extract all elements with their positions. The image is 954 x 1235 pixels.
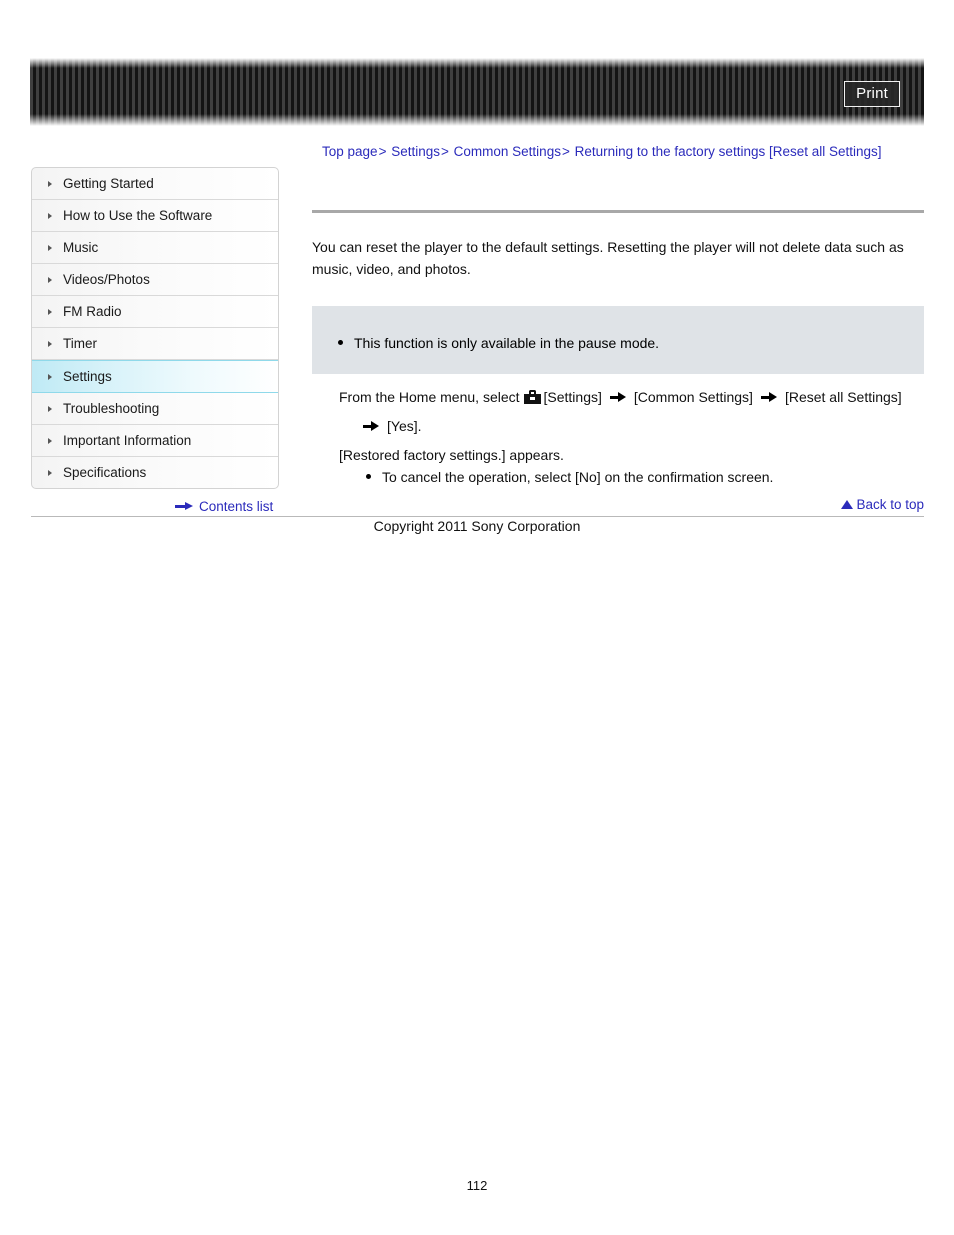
step-line-secondary: [Yes]. xyxy=(339,416,924,436)
note-box: This function is only available in the p… xyxy=(312,306,924,374)
cancel-note-text: To cancel the operation, select [No] on … xyxy=(382,469,774,485)
chevron-right-icon xyxy=(48,340,52,347)
page-number: 112 xyxy=(466,1178,488,1193)
arrow-right-icon xyxy=(175,502,193,511)
sidebar-item-label: Important Information xyxy=(63,433,192,448)
sidebar-item-important-information[interactable]: Important Information xyxy=(32,425,278,457)
sidebar-item-label: FM Radio xyxy=(63,304,122,319)
breadcrumb-item-current-page[interactable]: Returning to the factory settings [Reset… xyxy=(575,144,882,159)
chevron-right-icon xyxy=(48,180,52,187)
print-button[interactable]: Print xyxy=(844,81,900,107)
breadcrumb-separator: > xyxy=(441,144,449,159)
back-to-top-link[interactable]: Back to top xyxy=(312,497,924,512)
sidebar-item-label: Timer xyxy=(63,336,97,351)
chevron-right-icon xyxy=(48,276,52,283)
toolbox-settings-icon xyxy=(523,390,541,404)
sidebar-item-getting-started[interactable]: Getting Started xyxy=(32,168,278,200)
breadcrumb-separator: > xyxy=(378,144,387,159)
section-divider xyxy=(312,210,924,213)
bullet-icon xyxy=(366,474,371,479)
step-yes-label: [Yes]. xyxy=(387,418,422,434)
header-banner: Print xyxy=(30,58,924,126)
chevron-right-icon xyxy=(48,437,52,444)
sidebar-item-timer[interactable]: Timer xyxy=(32,328,278,360)
step-reset-all-label: [Reset all Settings] xyxy=(784,389,902,405)
note-item: This function is only available in the p… xyxy=(312,333,924,353)
arrow-right-icon xyxy=(760,392,777,402)
chevron-right-icon xyxy=(48,373,52,380)
step-prefix-text: From the Home menu, select xyxy=(339,389,520,405)
note-text: This function is only available in the p… xyxy=(354,335,660,351)
intro-paragraph: You can reset the player to the default … xyxy=(312,239,904,277)
instruction-steps: From the Home menu, select [Settings] [C… xyxy=(312,387,924,487)
sidebar-item-label: Settings xyxy=(63,369,112,384)
sidebar-navigation: Getting Started How to Use the Software … xyxy=(31,167,279,489)
chevron-right-icon xyxy=(48,308,52,315)
sidebar-item-specifications[interactable]: Specifications xyxy=(32,457,278,488)
sidebar-item-label: Getting Started xyxy=(63,176,154,191)
step-line-primary: From the Home menu, select [Settings] [C… xyxy=(339,387,924,407)
breadcrumb-separator: > xyxy=(561,144,570,159)
contents-list-label: Contents list xyxy=(199,499,274,514)
sidebar-item-fm-radio[interactable]: FM Radio xyxy=(32,296,278,328)
result-text: [Restored factory settings.] appears. xyxy=(339,447,564,463)
breadcrumb-item-common-settings[interactable]: Common Settings xyxy=(454,144,561,159)
sidebar-item-music[interactable]: Music xyxy=(32,232,278,264)
copyright-text: Copyright 2011 Sony Corporation xyxy=(373,518,581,534)
arrow-right-icon xyxy=(363,421,379,431)
back-to-top-label: Back to top xyxy=(856,497,924,512)
breadcrumb: Top page> Settings> Common Settings> Ret… xyxy=(322,143,926,161)
cancel-note: To cancel the operation, select [No] on … xyxy=(339,467,924,487)
contents-list-link[interactable]: Contents list xyxy=(175,499,273,514)
breadcrumb-item-settings[interactable]: Settings xyxy=(391,144,440,159)
triangle-up-icon xyxy=(841,500,854,509)
sidebar-item-videos-photos[interactable]: Videos/Photos xyxy=(32,264,278,296)
sidebar-item-troubleshooting[interactable]: Troubleshooting xyxy=(32,393,278,425)
chevron-right-icon xyxy=(48,469,52,476)
breadcrumb-item-top-page[interactable]: Top page xyxy=(322,144,378,159)
bullet-icon xyxy=(338,340,343,345)
main-content: You can reset the player to the default … xyxy=(312,210,924,512)
chevron-right-icon xyxy=(48,244,52,251)
sidebar-item-label: Troubleshooting xyxy=(63,401,160,416)
sidebar-item-label: How to Use the Software xyxy=(63,208,213,223)
sidebar-item-how-to-use-the-software[interactable]: How to Use the Software xyxy=(32,200,278,232)
step-common-settings-label: [Common Settings] xyxy=(633,389,753,405)
step-settings-label: [Settings] xyxy=(543,389,602,405)
chevron-right-icon xyxy=(48,212,52,219)
arrow-right-icon xyxy=(609,392,626,402)
chevron-right-icon xyxy=(48,405,52,412)
footer-divider xyxy=(31,516,924,517)
sidebar-item-settings[interactable]: Settings xyxy=(32,360,278,393)
sidebar-item-label: Music xyxy=(63,240,99,255)
sidebar-item-label: Specifications xyxy=(63,465,147,480)
sidebar-item-label: Videos/Photos xyxy=(63,272,150,287)
